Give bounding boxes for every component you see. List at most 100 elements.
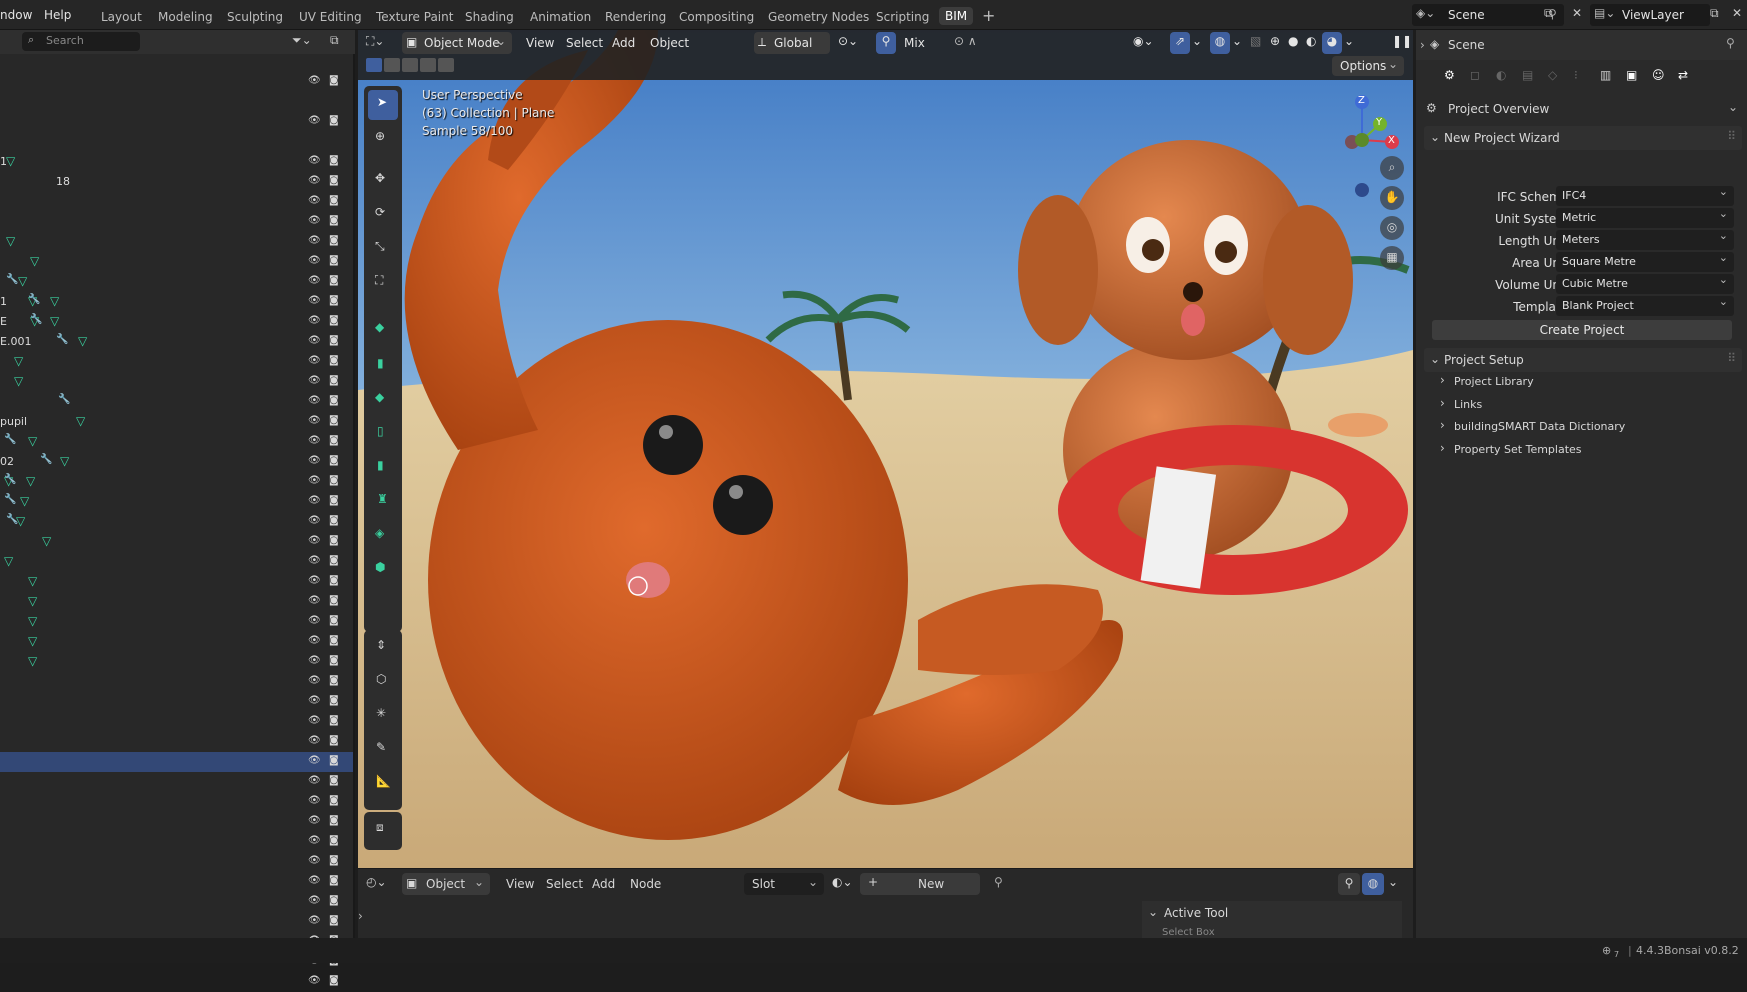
structural-tool[interactable]: ✳ (368, 702, 398, 732)
mesh-data-icon[interactable]: ▽ (30, 254, 39, 268)
outliner-row[interactable]: 👁 ◙ ▽ 🔧 (0, 512, 353, 532)
eye-icon[interactable]: 👁 (308, 695, 322, 709)
grid-icon[interactable]: ▦ (1380, 246, 1404, 270)
eye-icon[interactable]: 👁 (308, 655, 322, 669)
select-subtract-icon[interactable] (402, 58, 418, 72)
mesh-data-icon[interactable]: ▽ (14, 354, 23, 368)
render-camera-icon[interactable]: ◙ (329, 815, 343, 829)
mesh-data-icon[interactable]: ▽ (26, 474, 35, 488)
outliner-row[interactable] (0, 132, 353, 152)
new-material-button[interactable]: + New (860, 873, 980, 895)
modifier-wrench-icon[interactable]: 🔧 (4, 494, 16, 505)
eye-icon[interactable]: 👁 (308, 815, 322, 829)
render-camera-icon[interactable]: ◙ (329, 195, 343, 209)
mesh-data-icon[interactable]: ▽ (6, 154, 15, 168)
render-camera-icon[interactable]: ◙ (329, 515, 343, 529)
eye-icon[interactable]: 👁 (308, 295, 322, 309)
tab-quality-icon[interactable]: ⇄ (1678, 68, 1688, 82)
render-camera-icon[interactable]: ◙ (329, 215, 343, 229)
menu-view[interactable]: View (526, 36, 554, 58)
eye-icon[interactable]: 👁 (308, 715, 322, 729)
outliner-row[interactable]: 👁 ◙ ▽ (0, 552, 353, 572)
outliner-row[interactable]: 👁 ◙ ▽ (0, 572, 353, 592)
render-camera-icon[interactable]: ◙ (329, 395, 343, 409)
render-camera-icon[interactable]: ◙ (329, 675, 343, 689)
wizard-field-dropdown[interactable]: Blank Project (1556, 295, 1734, 316)
tab-object-icon[interactable]: ◻ (1470, 68, 1480, 82)
aggregate-tool[interactable]: ⬡ (368, 668, 398, 698)
tab-facility-icon[interactable]: ▣ (1626, 68, 1637, 82)
mesh-data-icon[interactable]: ▽ (42, 534, 51, 548)
outliner-row[interactable]: 👁◙ (0, 792, 353, 812)
eye-icon[interactable]: 👁 (308, 735, 322, 749)
rotate-tool[interactable]: ⟳ (368, 200, 398, 230)
gizmo-dropdown-icon[interactable]: ⌄ (1192, 34, 1202, 56)
chevron-right-icon[interactable]: › (1420, 38, 1425, 52)
outliner-row[interactable]: 👁 ◙ ▽ ▽ 🔧 E (0, 312, 353, 332)
pin-icon[interactable]: ⚲ (1726, 36, 1735, 50)
transform-tool[interactable]: ⛶ (368, 268, 398, 298)
outliner-row[interactable]: 👁◙ (0, 112, 353, 132)
eye-icon[interactable]: 👁 (308, 395, 322, 409)
mesh-data-icon[interactable]: ▽ (14, 374, 23, 388)
eye-icon[interactable]: 👁 (308, 875, 322, 889)
outliner-row[interactable]: 👁◙ (0, 872, 353, 892)
outliner-row[interactable]: 👁 ◙ ▽ (0, 532, 353, 552)
wizard-field-dropdown[interactable]: Meters (1556, 229, 1734, 250)
search-input[interactable]: ⌕ Search (22, 32, 140, 51)
overlays-dropdown-icon[interactable]: ⌄ (1388, 875, 1398, 889)
render-camera-icon[interactable]: ◙ (329, 555, 343, 569)
eye-icon[interactable]: 👁 (308, 635, 322, 649)
menu-object[interactable]: Object (650, 36, 689, 58)
editor-type-icon[interactable]: ⛶⌄ (366, 34, 384, 56)
render-camera-icon[interactable]: ◙ (329, 295, 343, 309)
slab-tool[interactable]: ◆ (368, 386, 398, 416)
zoom-icon[interactable]: ⌕ (1380, 156, 1404, 180)
render-camera-icon[interactable]: ◙ (329, 275, 343, 289)
outliner-row[interactable]: 👁 ◙ ▽ (0, 252, 353, 272)
render-camera-icon[interactable]: ◙ (329, 595, 343, 609)
shader-type-dropdown[interactable]: ▣ Object ⌄ (402, 873, 490, 895)
eye-icon[interactable]: 👁 (308, 495, 322, 509)
add-cube-tool[interactable]: ⧈ (368, 816, 398, 846)
render-camera-icon[interactable]: ◙ (329, 375, 343, 389)
outliner-row[interactable]: 👁◙ (0, 192, 353, 212)
outliner-row[interactable]: 👁 ◙ 🔧 (0, 392, 353, 412)
menu-select[interactable]: Select (566, 36, 603, 58)
tab-shading[interactable]: Shading (465, 10, 514, 24)
mesh-data-icon[interactable]: ▽ (78, 334, 87, 348)
mesh-data-icon[interactable]: ▽ (4, 554, 13, 568)
mesh-data-icon[interactable]: ▽ (50, 314, 59, 328)
render-camera-icon[interactable]: ◙ (329, 735, 343, 749)
outliner-row[interactable]: 👁◙ (0, 972, 353, 992)
eye-icon[interactable]: 👁 (308, 235, 322, 249)
outliner-row[interactable]: 👁 ◙ ▽ ▽ 🔧 1 (0, 292, 353, 312)
eye-icon[interactable]: 👁 (308, 775, 322, 789)
eye-icon[interactable]: 👁 (308, 795, 322, 809)
eye-icon[interactable]: 👁 (308, 275, 322, 289)
outliner-row[interactable]: 👁 ◙ ▽ 🔧 (0, 432, 353, 452)
render-camera-icon[interactable]: ◙ (329, 255, 343, 269)
proportional-edit-icon[interactable]: ⊙ ∧ (954, 34, 977, 56)
wizard-field-dropdown[interactable]: Square Metre (1556, 251, 1734, 272)
render-camera-icon[interactable]: ◙ (329, 155, 343, 169)
eye-icon[interactable]: 👁 (308, 835, 322, 849)
eye-icon[interactable]: 👁 (308, 475, 322, 489)
tab-services-icon[interactable]: ◇ (1548, 68, 1557, 82)
mesh-data-icon[interactable]: ▽ (6, 234, 15, 248)
outliner-row[interactable]: 👁 ◙ ▽ (0, 372, 353, 392)
render-camera-icon[interactable]: ◙ (329, 775, 343, 789)
eye-icon[interactable]: 👁 (308, 595, 322, 609)
render-camera-icon[interactable]: ◙ (329, 455, 343, 469)
new-viewlayer-icon[interactable]: ⧉ (1710, 6, 1719, 21)
pivot-icon[interactable]: ⊙⌄ (838, 34, 858, 56)
scene-selector[interactable]: ◈⌄ Scene ⚲ (1412, 4, 1564, 26)
tab-structural-icon[interactable]: ⁝ (1574, 68, 1578, 82)
tab-users-icon[interactable]: ☺ (1652, 68, 1665, 82)
render-camera-icon[interactable]: ◙ (329, 175, 343, 189)
wall-tool[interactable]: ▮ (368, 352, 398, 382)
shading-wireframe-icon[interactable]: ⊕ (1270, 34, 1280, 56)
outliner-row[interactable]: 👁◙ (0, 852, 353, 872)
eye-icon[interactable]: 👁 (308, 155, 322, 169)
wizard-field-dropdown[interactable]: Metric (1556, 207, 1734, 228)
